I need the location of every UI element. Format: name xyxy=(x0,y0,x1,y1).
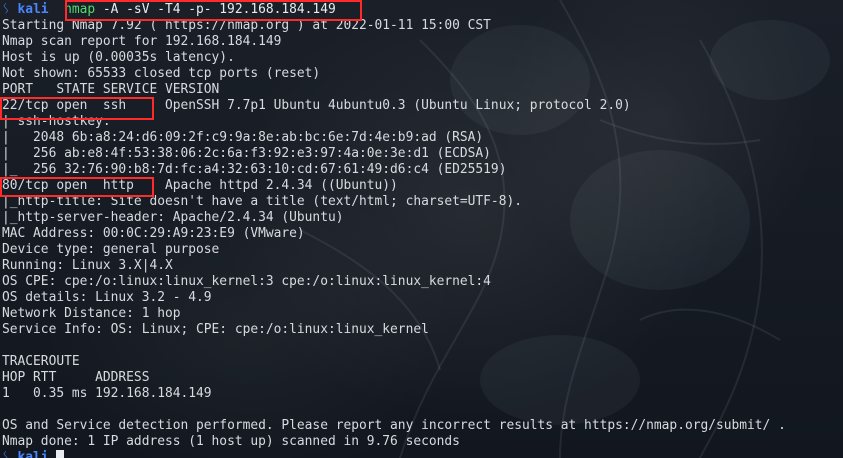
output-line: Host is up (0.00035s latency). xyxy=(2,50,235,65)
output-line: OS CPE: cpe:/o:linux:linux_kernel:3 cpe:… xyxy=(2,274,491,289)
output-line: Device type: general purpose xyxy=(2,242,220,257)
final-prompt-line[interactable]: ᛊ kali xyxy=(2,450,843,458)
output-line: Nmap scan report for 192.168.184.149 xyxy=(2,34,282,49)
output-line: |_http-server-header: Apache/2.4.34 (Ubu… xyxy=(2,210,344,225)
output-line: | 256 ab:e8:4f:53:38:06:2c:6a:f3:92:e3:9… xyxy=(2,146,491,161)
output-line: HOP RTT ADDRESS xyxy=(2,370,150,385)
kali-dragon-icon: ᛊ xyxy=(2,2,10,17)
prompt-user: kali xyxy=(17,450,49,458)
output-line: PORT STATE SERVICE VERSION xyxy=(2,82,220,97)
output-line: MAC Address: 00:0C:29:A9:23:E9 (VMware) xyxy=(2,226,305,241)
output-line: Running: Linux 3.X|4.X xyxy=(2,258,173,273)
http-port-highlight-box xyxy=(0,177,154,197)
terminal-window[interactable]: ᛊ kali nmap -A -sV -T4 -p- 192.168.184.1… xyxy=(0,0,843,458)
prompt-user: kali xyxy=(17,2,49,17)
output-line: | 2048 6b:a8:24:d6:09:2f:c9:9a:8e:ab:bc:… xyxy=(2,130,484,145)
output-line: OS and Service detection performed. Plea… xyxy=(2,418,786,433)
output-line: Service Info: OS: Linux; CPE: cpe:/o:lin… xyxy=(2,322,429,337)
output-line: 1 0.35 ms 192.168.184.149 xyxy=(2,386,212,401)
output-line: Network Distance: 1 hop xyxy=(2,306,181,321)
output-line: TRACEROUTE xyxy=(2,354,80,369)
output-line: |_ 256 32:76:90:b8:7d:fc:a4:32:63:10:cd:… xyxy=(2,162,507,177)
terminal-output: ᛊ kali nmap -A -sV -T4 -p- 192.168.184.1… xyxy=(2,2,843,458)
output-line: Nmap done: 1 IP address (1 host up) scan… xyxy=(2,434,460,449)
output-line: OS details: Linux 3.2 - 4.9 xyxy=(2,290,212,305)
cursor-block xyxy=(56,450,65,458)
output-line: Not shown: 65533 closed tcp ports (reset… xyxy=(2,66,321,81)
ssh-port-highlight-box xyxy=(0,97,154,120)
command-highlight-box xyxy=(65,0,362,21)
kali-dragon-icon: ᛊ xyxy=(2,450,10,458)
